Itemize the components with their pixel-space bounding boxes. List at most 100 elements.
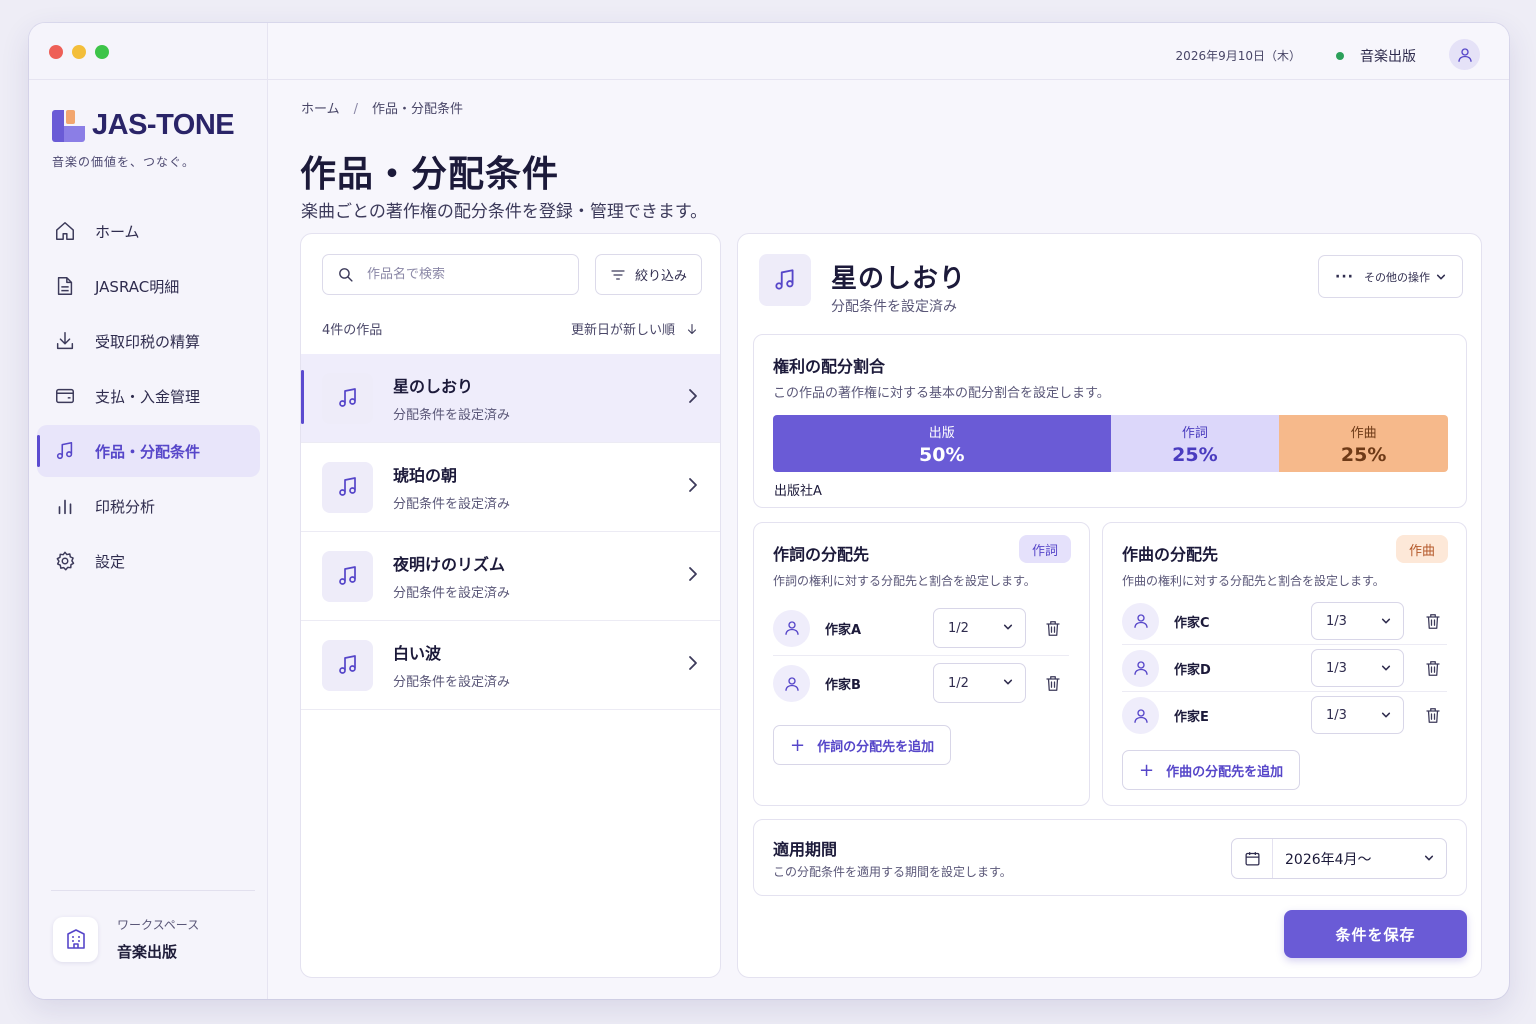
share-value: 1/3 <box>1326 613 1347 629</box>
trash-icon[interactable] <box>1424 612 1442 631</box>
section-title: 作詞の分配先 <box>773 545 870 564</box>
filter-button[interactable]: 絞り込み <box>595 254 702 295</box>
add-lyrics-allocation-button[interactable]: + 作詞の分配先を追加 <box>773 725 952 765</box>
maximize-window-button[interactable] <box>95 45 109 59</box>
writer-name: 作家D <box>1174 662 1211 678</box>
trash-icon[interactable] <box>1424 659 1442 678</box>
share-select[interactable]: 1/3 <box>1311 649 1404 687</box>
more-actions-button[interactable]: ··· その他の操作 <box>1318 255 1463 298</box>
breadcrumb-separator: / <box>353 102 359 117</box>
work-detail-panel: 星のしおり 分配条件を設定済み ··· その他の操作 権利の配分割合 この作品の… <box>737 233 1482 978</box>
allocation-row: 作家E 1/3 <box>1122 692 1447 739</box>
sort-toggle[interactable]: 更新日が新しい順 <box>571 319 698 338</box>
work-list-item[interactable]: 琥珀の朝 分配条件を設定済み <box>301 443 720 532</box>
work-list-item[interactable]: 白い波 分配条件を設定済み <box>301 621 720 710</box>
page-subtitle: 楽曲ごとの著作権の配分条件を登録・管理できます。 <box>301 202 708 222</box>
share-select[interactable]: 1/3 <box>1311 602 1404 640</box>
music-note-icon <box>322 372 373 424</box>
brand-tagline: 音楽の価値を、つなぐ。 <box>52 155 196 169</box>
work-title: 星のしおり <box>393 377 474 396</box>
application-period-card: 適用期間 この分配条件を適用する期間を設定します。 2026年4月～ <box>753 819 1467 896</box>
section-description: 作曲の権利に対する分配先と割合を設定します。 <box>1122 574 1385 588</box>
more-icon: ··· <box>1335 268 1354 285</box>
work-detail-status: 分配条件を設定済み <box>831 299 957 315</box>
filter-label: 絞り込み <box>634 269 687 284</box>
document-icon <box>53 274 77 298</box>
top-bar: 2026年9月10日（木） 音楽出版 <box>268 23 1509 80</box>
section-title: 作曲の分配先 <box>1122 545 1219 564</box>
add-composition-allocation-button[interactable]: + 作曲の分配先を追加 <box>1122 750 1301 790</box>
ratio-segment-publishing[interactable]: 出版 50% <box>773 415 1111 472</box>
segment-value: 25% <box>1172 443 1218 466</box>
organization-name: 音楽出版 <box>1360 49 1416 65</box>
lyrics-allocation-list: 作家A 1/2 作家B 1/2 <box>773 601 1069 711</box>
work-list: 星のしおり 分配条件を設定済み 琥珀の朝 分配条件を設定済み 夜明けのリズム 分… <box>301 354 720 710</box>
share-value: 1/3 <box>1326 660 1347 676</box>
music-note-icon <box>759 254 811 306</box>
chevron-down-icon <box>1424 855 1434 861</box>
chevron-right-icon <box>689 656 697 670</box>
current-date: 2026年9月10日（木） <box>1175 49 1301 63</box>
share-value: 1/2 <box>948 620 969 636</box>
composition-allocation-list: 作家C 1/3 作家D 1/3 作家E 1/3 <box>1122 598 1447 739</box>
gear-icon <box>53 549 77 573</box>
sidebar-item-settings[interactable]: 設定 <box>37 535 260 587</box>
workspace-switcher[interactable]: ワークスペース 音楽出版 <box>53 916 199 962</box>
work-list-item[interactable]: 夜明けのリズム 分配条件を設定済み <box>301 532 720 621</box>
period-value: 2026年4月～ <box>1285 851 1372 868</box>
save-conditions-button[interactable]: 条件を保存 <box>1284 910 1467 958</box>
share-select[interactable]: 1/2 <box>933 608 1026 648</box>
add-button-label: 作詞の分配先を追加 <box>817 739 935 755</box>
sidebar-item-label: JASRAC明細 <box>95 277 180 296</box>
sidebar-item-jasrac[interactable]: JASRAC明細 <box>37 260 260 312</box>
segment-label: 作詞 <box>1181 425 1208 441</box>
sidebar-nav: ホーム JASRAC明細 受取印税の精算 支払・入金管理 作品・分配条件 印税分… <box>37 205 260 590</box>
chevron-down-icon <box>1381 665 1391 671</box>
user-icon <box>1457 47 1472 62</box>
chevron-down-icon <box>1381 712 1391 718</box>
work-list-panel: 絞り込み 4件の作品 更新日が新しい順 星のしおり 分配条件を設定済み <box>300 233 721 978</box>
user-avatar-button[interactable] <box>1449 39 1480 70</box>
sidebar: JAS-TONE 音楽の価値を、つなぐ。 ホーム JASRAC明細 受取印税の精… <box>29 23 268 999</box>
trash-icon[interactable] <box>1044 619 1062 638</box>
share-select[interactable]: 1/2 <box>933 663 1026 703</box>
writer-name: 作家E <box>1174 710 1209 725</box>
work-status: 分配条件を設定済み <box>393 586 511 601</box>
sidebar-item-home[interactable]: ホーム <box>37 205 260 257</box>
section-description: この作品の著作権に対する基本の配分割合を設定します。 <box>773 386 1110 401</box>
ratio-segment-composition[interactable]: 作曲 25% <box>1279 415 1448 472</box>
calendar-icon <box>1232 839 1273 878</box>
publisher-name: 出版社A <box>774 484 822 499</box>
sidebar-item-works[interactable]: 作品・分配条件 <box>37 425 260 477</box>
chevron-right-icon <box>689 478 697 492</box>
segment-value: 50% <box>919 443 965 466</box>
breadcrumb-home-link[interactable]: ホーム <box>301 102 340 117</box>
wallet-icon <box>53 384 77 408</box>
breadcrumb-current: 作品・分配条件 <box>372 102 464 117</box>
sidebar-item-label: 印税分析 <box>95 497 156 516</box>
period-select[interactable]: 2026年4月～ <box>1231 838 1447 879</box>
ratio-segment-lyrics[interactable]: 作詞 25% <box>1110 415 1280 472</box>
sidebar-item-analytics[interactable]: 印税分析 <box>37 480 260 532</box>
music-note-icon <box>322 639 373 691</box>
sidebar-item-royalty-settlement[interactable]: 受取印税の精算 <box>37 315 260 367</box>
close-window-button[interactable] <box>49 45 63 59</box>
sidebar-item-payments[interactable]: 支払・入金管理 <box>37 370 260 422</box>
composition-allocation-card: 作曲の分配先 作曲 作曲の権利に対する分配先と割合を設定します。 作家C 1/3 <box>1102 522 1467 806</box>
music-note-icon <box>322 461 373 513</box>
share-select[interactable]: 1/3 <box>1311 696 1404 734</box>
work-detail-title: 星のしおり <box>831 264 967 294</box>
search-input[interactable] <box>367 267 557 282</box>
brand-name: JAS-TONE <box>92 109 235 141</box>
trash-icon[interactable] <box>1044 674 1062 693</box>
home-icon <box>53 219 77 243</box>
user-icon <box>1122 697 1159 734</box>
work-list-item[interactable]: 星のしおり 分配条件を設定済み <box>301 354 720 443</box>
share-value: 1/2 <box>948 675 969 691</box>
minimize-window-button[interactable] <box>72 45 86 59</box>
trash-icon[interactable] <box>1424 706 1442 725</box>
music-note-icon <box>53 439 77 463</box>
chevron-down-icon <box>1003 679 1013 685</box>
search-icon <box>339 268 353 282</box>
plus-icon: + <box>1139 759 1155 781</box>
